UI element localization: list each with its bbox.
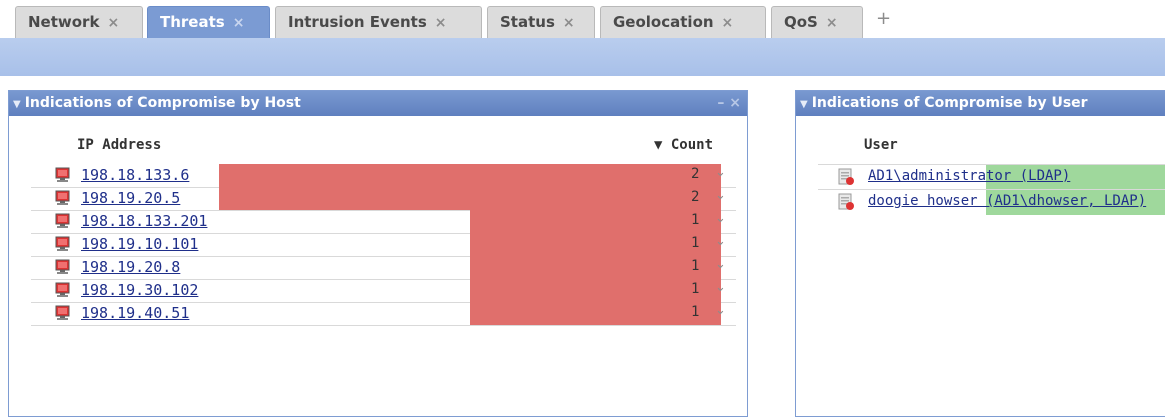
count-value: 1 bbox=[691, 258, 700, 274]
table-row[interactable]: doogie howser (AD1\dhowser, LDAP) bbox=[818, 189, 1165, 215]
host-computer-icon bbox=[55, 236, 70, 251]
tab-status[interactable]: Status × bbox=[487, 6, 595, 38]
count-value: 2 bbox=[691, 166, 700, 182]
user-link[interactable]: doogie howser (AD1\dhowser, LDAP) bbox=[868, 193, 1146, 209]
widget-header[interactable]: ▼ Indications of Compromise by Host – × bbox=[9, 91, 747, 116]
host-computer-icon bbox=[55, 190, 70, 205]
tab-qos[interactable]: QoS × bbox=[771, 6, 863, 38]
count-bar bbox=[219, 164, 721, 187]
table-row[interactable]: 198.19.20.5 2 ⌄ bbox=[31, 187, 736, 211]
chevron-down-icon[interactable]: ⌄ bbox=[715, 280, 726, 295]
ip-address-link[interactable]: 198.18.133.6 bbox=[81, 166, 189, 184]
ip-address-link[interactable]: 198.19.20.5 bbox=[81, 189, 180, 207]
collapse-chevron-icon[interactable]: ▼ bbox=[13, 99, 21, 110]
count-value: 2 bbox=[691, 189, 700, 205]
column-header-ip-address[interactable]: IP Address bbox=[77, 137, 161, 153]
chevron-down-icon[interactable]: ⌄ bbox=[715, 257, 726, 272]
host-computer-icon bbox=[55, 213, 70, 228]
ioc-by-host-widget: ▼ Indications of Compromise by Host – × I… bbox=[8, 90, 748, 417]
widget-controls[interactable]: – × bbox=[717, 91, 741, 116]
tab-label: Geolocation bbox=[613, 13, 714, 31]
count-bar bbox=[470, 256, 721, 279]
dashboard-tab-bar: Network × Threats × Intrusion Events × Stat… bbox=[0, 0, 1165, 39]
table-row[interactable]: 198.19.40.51 1 ⌄ bbox=[31, 302, 736, 326]
ip-address-link[interactable]: 198.19.40.51 bbox=[81, 304, 189, 322]
tab-threats[interactable]: Threats × bbox=[147, 6, 270, 39]
count-value: 1 bbox=[691, 212, 700, 228]
ip-address-link[interactable]: 198.19.30.102 bbox=[81, 281, 198, 299]
chevron-down-icon[interactable]: ⌄ bbox=[715, 234, 726, 249]
chevron-down-icon[interactable]: ⌄ bbox=[715, 165, 726, 180]
user-card-icon bbox=[838, 193, 854, 210]
close-icon[interactable]: × bbox=[107, 15, 119, 31]
close-icon[interactable]: × bbox=[233, 15, 245, 31]
host-computer-icon bbox=[55, 167, 70, 182]
tab-label: Threats bbox=[160, 13, 225, 31]
tab-label: Network bbox=[28, 13, 100, 31]
host-computer-icon bbox=[55, 282, 70, 297]
table-row[interactable]: 198.19.20.8 1 ⌄ bbox=[31, 256, 736, 280]
count-value: 1 bbox=[691, 304, 700, 320]
column-header-user[interactable]: User bbox=[864, 137, 898, 153]
close-icon[interactable]: × bbox=[722, 15, 734, 31]
count-bar bbox=[219, 187, 721, 210]
host-computer-icon bbox=[55, 305, 70, 320]
count-bar bbox=[470, 279, 721, 302]
tab-network[interactable]: Network × bbox=[15, 6, 143, 38]
user-link[interactable]: AD1\administrator (LDAP) bbox=[868, 168, 1070, 184]
ioc-by-user-widget: ▼ Indications of Compromise by User User … bbox=[795, 90, 1165, 417]
table-row[interactable]: 198.18.133.201 1 ⌄ bbox=[31, 210, 736, 234]
collapse-chevron-icon[interactable]: ▼ bbox=[800, 99, 808, 110]
count-value: 1 bbox=[691, 281, 700, 297]
count-bar bbox=[470, 302, 721, 325]
close-icon[interactable]: × bbox=[563, 15, 575, 31]
widget-title: Indications of Compromise by User bbox=[811, 95, 1088, 111]
host-computer-icon bbox=[55, 259, 70, 274]
ip-address-link[interactable]: 198.19.20.8 bbox=[81, 258, 180, 276]
ip-address-link[interactable]: 198.19.10.101 bbox=[81, 235, 198, 253]
count-value: 1 bbox=[691, 235, 700, 251]
close-icon[interactable]: × bbox=[435, 15, 447, 31]
tab-label: Status bbox=[500, 13, 555, 31]
close-icon[interactable]: × bbox=[826, 15, 838, 31]
tab-intrusion-events[interactable]: Intrusion Events × bbox=[275, 6, 482, 38]
user-card-icon bbox=[838, 168, 854, 185]
tab-label: Intrusion Events bbox=[288, 13, 427, 31]
widget-header[interactable]: ▼ Indications of Compromise by User bbox=[796, 91, 1165, 116]
count-bar bbox=[470, 233, 721, 256]
tab-geolocation[interactable]: Geolocation × bbox=[600, 6, 766, 38]
table-row[interactable]: 198.19.30.102 1 ⌄ bbox=[31, 279, 736, 303]
count-bar bbox=[470, 210, 721, 233]
chevron-down-icon[interactable]: ⌄ bbox=[715, 188, 726, 203]
tab-label: QoS bbox=[784, 13, 818, 31]
add-tab-icon[interactable]: + bbox=[876, 8, 891, 29]
table-row[interactable]: 198.19.10.101 1 ⌄ bbox=[31, 233, 736, 257]
widget-title: Indications of Compromise by Host bbox=[24, 95, 301, 111]
chevron-down-icon[interactable]: ⌄ bbox=[715, 303, 726, 318]
table-row[interactable]: 198.18.133.6 2 ⌄ bbox=[31, 164, 736, 188]
dashboard-toolbar bbox=[0, 38, 1165, 76]
table-row[interactable]: AD1\administrator (LDAP) bbox=[818, 164, 1165, 190]
column-header-count[interactable]: ▼ Count bbox=[654, 137, 713, 153]
ip-address-link[interactable]: 198.18.133.201 bbox=[81, 212, 207, 230]
chevron-down-icon[interactable]: ⌄ bbox=[715, 211, 726, 226]
